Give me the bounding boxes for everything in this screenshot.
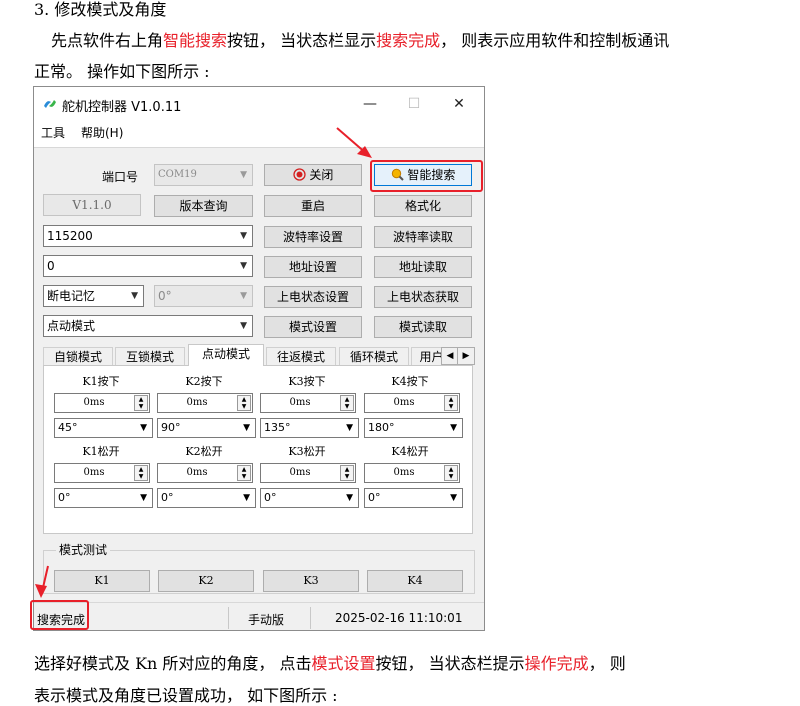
- annotation-arrows: [35, 127, 372, 598]
- para2-op-done: 操作完成: [524, 654, 589, 673]
- arrow-to-status-icon: [35, 565, 49, 598]
- paragraph-2: 选择好模式及 Kn 所对应的角度， 点击模式设置按钮， 当状态栏提示操作完成， …: [34, 654, 626, 674]
- tab-jog[interactable]: 点动模式: [188, 344, 264, 366]
- paragraph-2-line2: 表示模式及角度已设置成功， 如下图所示 :: [34, 686, 338, 705]
- para2-text-e: ， 则: [588, 654, 626, 673]
- para2-mode-set: 模式设置: [311, 654, 376, 673]
- arrow-to-smart-search-icon: [336, 127, 372, 158]
- para2-text-a: 选择好模式及 Kn 所对应的角度， 点击: [34, 654, 312, 673]
- para2-text-c: 按钮， 当状态栏提示: [375, 654, 525, 673]
